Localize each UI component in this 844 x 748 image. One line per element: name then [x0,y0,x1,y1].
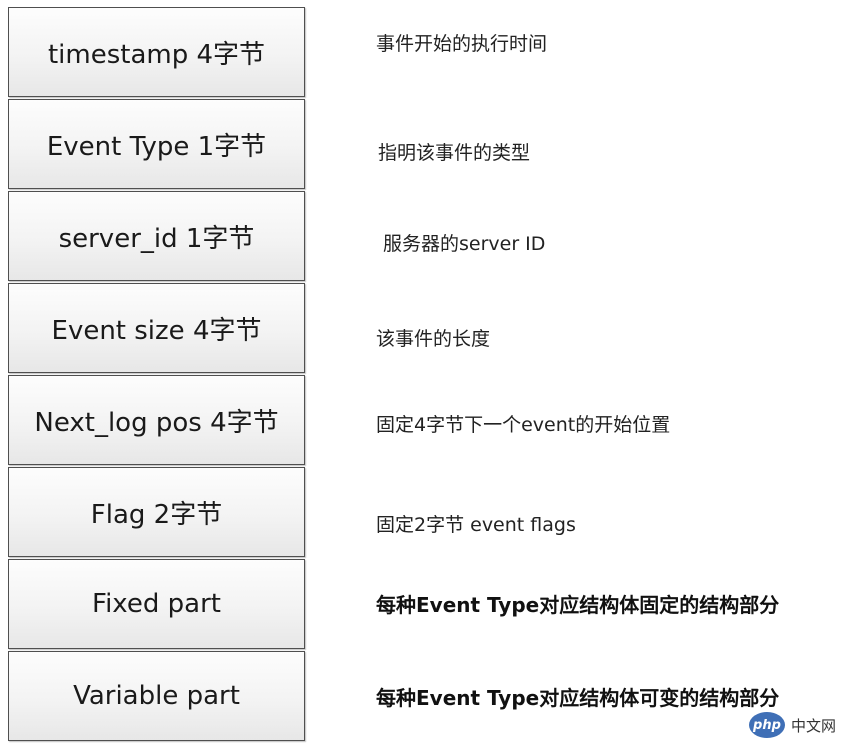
field-box-variable-part: Variable part [8,651,305,741]
field-box-flag: Flag 2字节 [8,467,305,557]
field-box-timestamp: timestamp 4字节 [8,7,305,97]
binlog-event-structure-diagram: timestamp 4字节 Event Type 1字节 server_id 1… [0,0,844,748]
watermark-site-text: 中文网 [790,716,836,735]
field-box-next-log-pos: Next_log pos 4字节 [8,375,305,465]
field-label: server_id 1字节 [58,223,255,254]
field-description-flag: 固定2字节 event flags [376,514,576,536]
field-description-server-id: 服务器的server ID [383,233,546,255]
php-logo-icon: php [748,712,785,738]
field-label: timestamp 4字节 [47,39,266,70]
field-label: Next_log pos 4字节 [34,407,279,438]
field-description-timestamp: 事件开始的执行时间 [376,33,548,55]
field-box-server-id: server_id 1字节 [8,191,305,281]
field-description-variable-part: 每种Event Type对应结构体可变的结构部分 [376,686,780,710]
watermark: php 中文网 [748,712,836,738]
field-box-fixed-part: Fixed part [8,559,305,649]
field-label: Event Type 1字节 [46,131,267,162]
field-description-next-log-pos: 固定4字节下一个event的开始位置 [376,414,671,436]
field-label: Event size 4字节 [51,315,262,346]
field-description-fixed-part: 每种Event Type对应结构体固定的结构部分 [376,593,780,617]
field-description-event-size: 该事件的长度 [376,328,491,350]
field-box-event-type: Event Type 1字节 [8,99,305,189]
field-label: Flag 2字节 [90,499,223,530]
field-box-event-size: Event size 4字节 [8,283,305,373]
field-description-event-type: 指明该事件的类型 [378,142,531,164]
field-label: Variable part [73,681,240,711]
field-label: Fixed part [92,589,221,619]
